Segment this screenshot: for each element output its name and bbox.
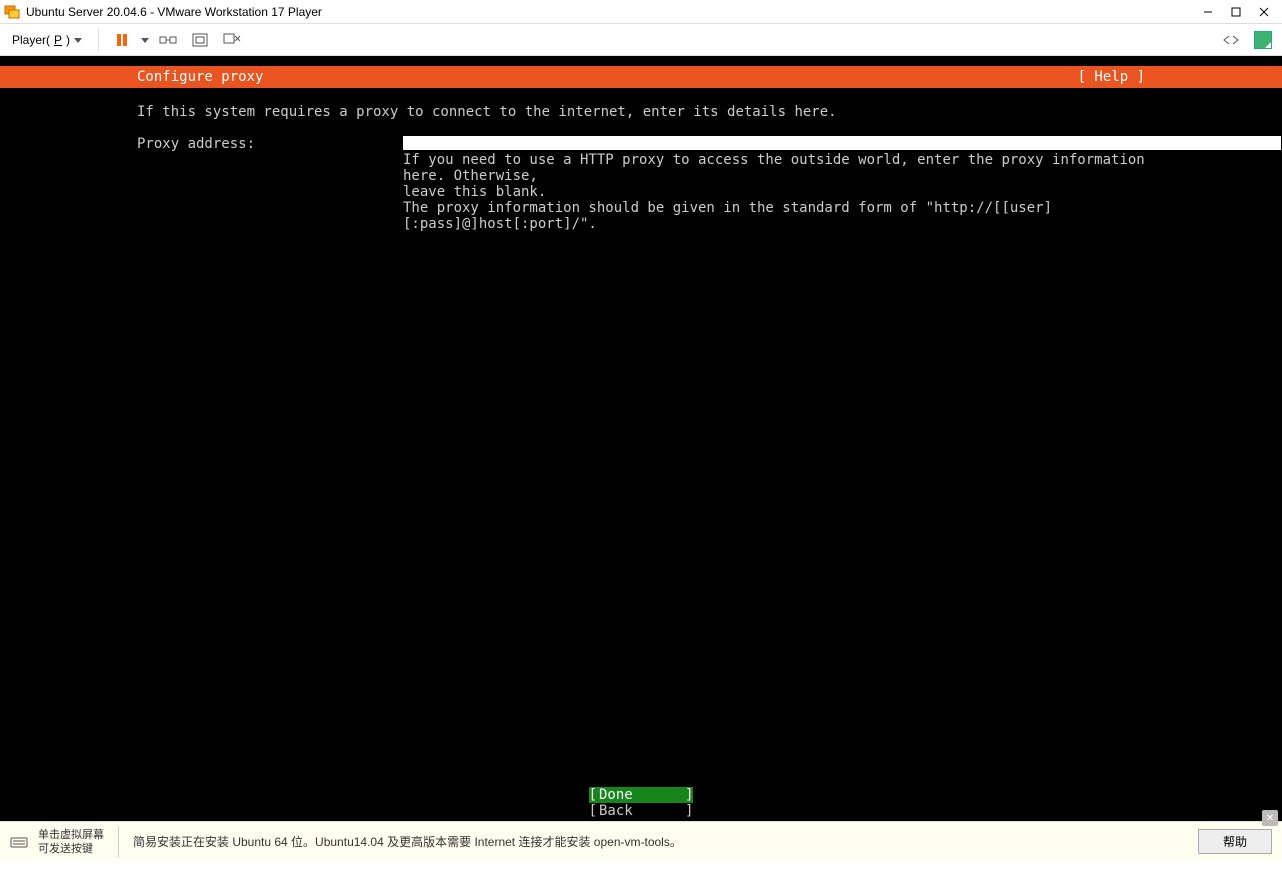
player-hotkey: P: [54, 33, 62, 47]
installer-body: If this system requires a proxy to conne…: [137, 104, 1145, 803]
note-icon: [1254, 31, 1272, 49]
installer-title: Configure proxy: [137, 69, 263, 85]
chevron-down-icon[interactable]: [141, 36, 149, 44]
close-button[interactable]: [1250, 1, 1278, 23]
vmware-icon: [4, 4, 20, 20]
unity-mode-button[interactable]: [219, 27, 245, 53]
chevron-down-icon: [74, 36, 82, 44]
kb-hint-line-2: 可发送按键: [38, 842, 104, 856]
fullscreen-icon: [192, 33, 208, 47]
ctrl-alt-del-icon: [159, 33, 177, 47]
player-label-prefix: Player(: [12, 33, 50, 47]
proxy-hint-2: The proxy information should be given in…: [403, 200, 1145, 232]
unity-icon: [223, 33, 241, 47]
back-label: Back: [597, 803, 685, 819]
done-label: Done: [597, 787, 685, 803]
keyboard-hint: 单击虚拟屏幕 可发送按键: [38, 828, 104, 856]
vm-display[interactable]: Configure proxy [ Help ] If this system …: [0, 56, 1282, 821]
player-label-suffix: ): [66, 33, 70, 47]
toolbar: Player( P): [0, 24, 1282, 56]
enter-fullscreen-button[interactable]: [187, 27, 213, 53]
installer-intro: If this system requires a proxy to conne…: [137, 104, 1145, 120]
install-status-text: 简易安装正在安装 Ubuntu 64 位。Ubuntu14.04 及更高版本需要…: [133, 833, 682, 850]
help-button[interactable]: 帮助: [1198, 829, 1272, 854]
close-hint-button[interactable]: ✕: [1262, 810, 1278, 826]
status-bar: ✕ 单击虚拟屏幕 可发送按键 简易安装正在安装 Ubuntu 64 位。Ubun…: [0, 821, 1282, 861]
window-title: Ubuntu Server 20.04.6 - VMware Workstati…: [26, 5, 322, 19]
player-menu[interactable]: Player( P): [6, 31, 88, 49]
pause-icon: [115, 33, 129, 47]
cycle-windows-button[interactable]: [1218, 27, 1244, 53]
window-titlebar: Ubuntu Server 20.04.6 - VMware Workstati…: [0, 0, 1282, 24]
proxy-address-input[interactable]: [403, 136, 1281, 150]
keyboard-icon: [10, 833, 28, 851]
back-button[interactable]: [ Back ]: [589, 803, 694, 819]
done-button[interactable]: [ Done ]: [589, 787, 694, 803]
cycle-icon: [1222, 34, 1240, 46]
maximize-button[interactable]: [1222, 1, 1250, 23]
manage-button[interactable]: [1250, 27, 1276, 53]
send-ctrl-alt-del-button[interactable]: [155, 27, 181, 53]
proxy-hint-1: If you need to use a HTTP proxy to acces…: [403, 152, 1145, 200]
minimize-button[interactable]: [1194, 1, 1222, 23]
installer-header: Configure proxy [ Help ]: [0, 66, 1282, 88]
proxy-address-label: Proxy address:: [137, 136, 255, 152]
kb-hint-line-1: 单击虚拟屏幕: [38, 828, 104, 842]
installer-help-link[interactable]: [ Help ]: [1078, 69, 1145, 85]
status-separator: [118, 827, 119, 857]
toolbar-separator: [98, 29, 99, 51]
installer-actions: [ Done ] [ Back ]: [0, 787, 1282, 819]
pause-button[interactable]: [109, 27, 135, 53]
